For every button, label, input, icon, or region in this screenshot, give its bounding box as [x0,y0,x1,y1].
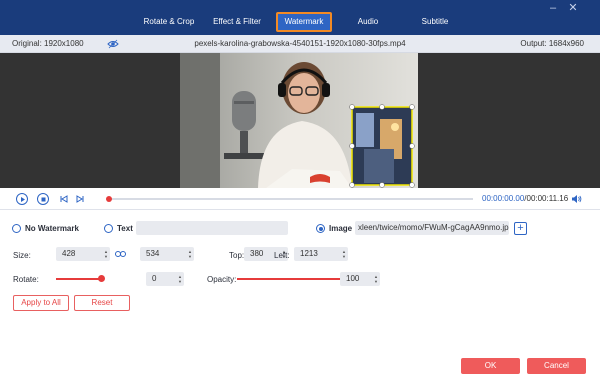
minimize-icon[interactable]: – [547,2,559,14]
tab-subtitle[interactable]: Subtitle [416,12,454,32]
left-label: Left: [274,251,290,260]
height-spinner-icon[interactable]: ▲ ▼ [188,249,192,259]
file-name: pexels-karolina-grabowska-4540151-1920x1… [194,39,406,48]
width-spinner-icon[interactable]: ▲ ▼ [104,249,108,259]
video-frame [180,53,418,188]
ok-button[interactable]: OK [461,358,520,374]
next-frame-icon[interactable] [75,194,85,204]
progress-track[interactable] [106,196,473,202]
top-label: Top: [229,251,245,260]
close-icon[interactable]: ✕ [567,2,579,14]
rotate-spinner-icon[interactable]: ▲ ▼ [178,274,182,284]
plus-icon: + [517,222,524,234]
top-tab-bar: Rotate & Crop Effect & Filter Watermark … [0,0,600,35]
tab-watermark[interactable]: Watermark [276,12,332,32]
stop-button[interactable] [37,193,49,205]
apply-to-all-button[interactable]: Apply to All [13,295,69,311]
video-preview-area [0,53,600,188]
rotate-value: 0 [152,274,157,283]
text-watermark-input[interactable] [136,221,288,235]
left-spinner-icon[interactable]: ▲ ▼ [342,249,346,259]
image-path-field[interactable]: xleen/twice/momo/FWuM-gCagAA9nmo.jpg [355,221,509,235]
height-input[interactable]: 534 ▲ ▼ [140,247,194,261]
reset-button[interactable]: Reset [74,295,130,311]
opacity-spinner-icon[interactable]: ▲ ▼ [374,274,378,284]
link-icon[interactable] [115,250,126,258]
top-value: 380 [250,249,264,258]
tab-effect-filter[interactable]: Effect & Filter [206,12,268,32]
text-radio[interactable] [104,224,113,233]
timecode: 00:00:00.00/00:00:11.16 [482,194,568,203]
output-resolution: Output: 1684x960 [520,39,584,48]
tab-rotate-crop[interactable]: Rotate & Crop [140,12,198,32]
play-button[interactable] [16,193,28,205]
opacity-label: Opacity: [207,275,237,284]
playback-bar: 00:00:00.00/00:00:11.16 [0,188,600,210]
tab-audio[interactable]: Audio [350,12,386,32]
rotate-slider-track[interactable] [56,278,102,280]
left-value: 1213 [300,249,318,258]
image-label: Image [329,224,353,233]
width-value: 428 [62,249,76,258]
volume-icon[interactable] [571,194,582,204]
previous-frame-icon[interactable] [59,194,69,204]
opacity-value: 100 [346,274,360,283]
current-time: 00:00:00.00 [482,194,525,203]
video-image [180,53,418,188]
text-label: Text [117,224,133,233]
stop-icon [41,197,45,201]
rotate-input[interactable]: 0 ▲ ▼ [146,272,184,286]
size-label: Size: [13,251,31,260]
opacity-slider-track[interactable] [237,278,345,280]
height-value: 534 [146,249,160,258]
play-icon [20,196,25,202]
no-watermark-radio[interactable] [12,224,21,233]
cancel-button[interactable]: Cancel [527,358,586,374]
rotate-label: Rotate: [13,275,39,284]
total-time: /00:00:11.16 [524,194,569,203]
file-info-bar: Original: 1920x1080 pexels-karolina-grab… [0,35,600,53]
left-input[interactable]: 1213 ▲ ▼ [294,247,348,261]
opacity-input[interactable]: 100 ▲ ▼ [340,272,380,286]
image-radio[interactable] [316,224,325,233]
progress-handle[interactable] [106,196,112,202]
add-image-button[interactable]: + [514,222,527,235]
no-watermark-label: No Watermark [25,224,79,233]
width-input[interactable]: 428 ▲ ▼ [56,247,110,261]
rotate-slider-handle[interactable] [98,275,105,282]
